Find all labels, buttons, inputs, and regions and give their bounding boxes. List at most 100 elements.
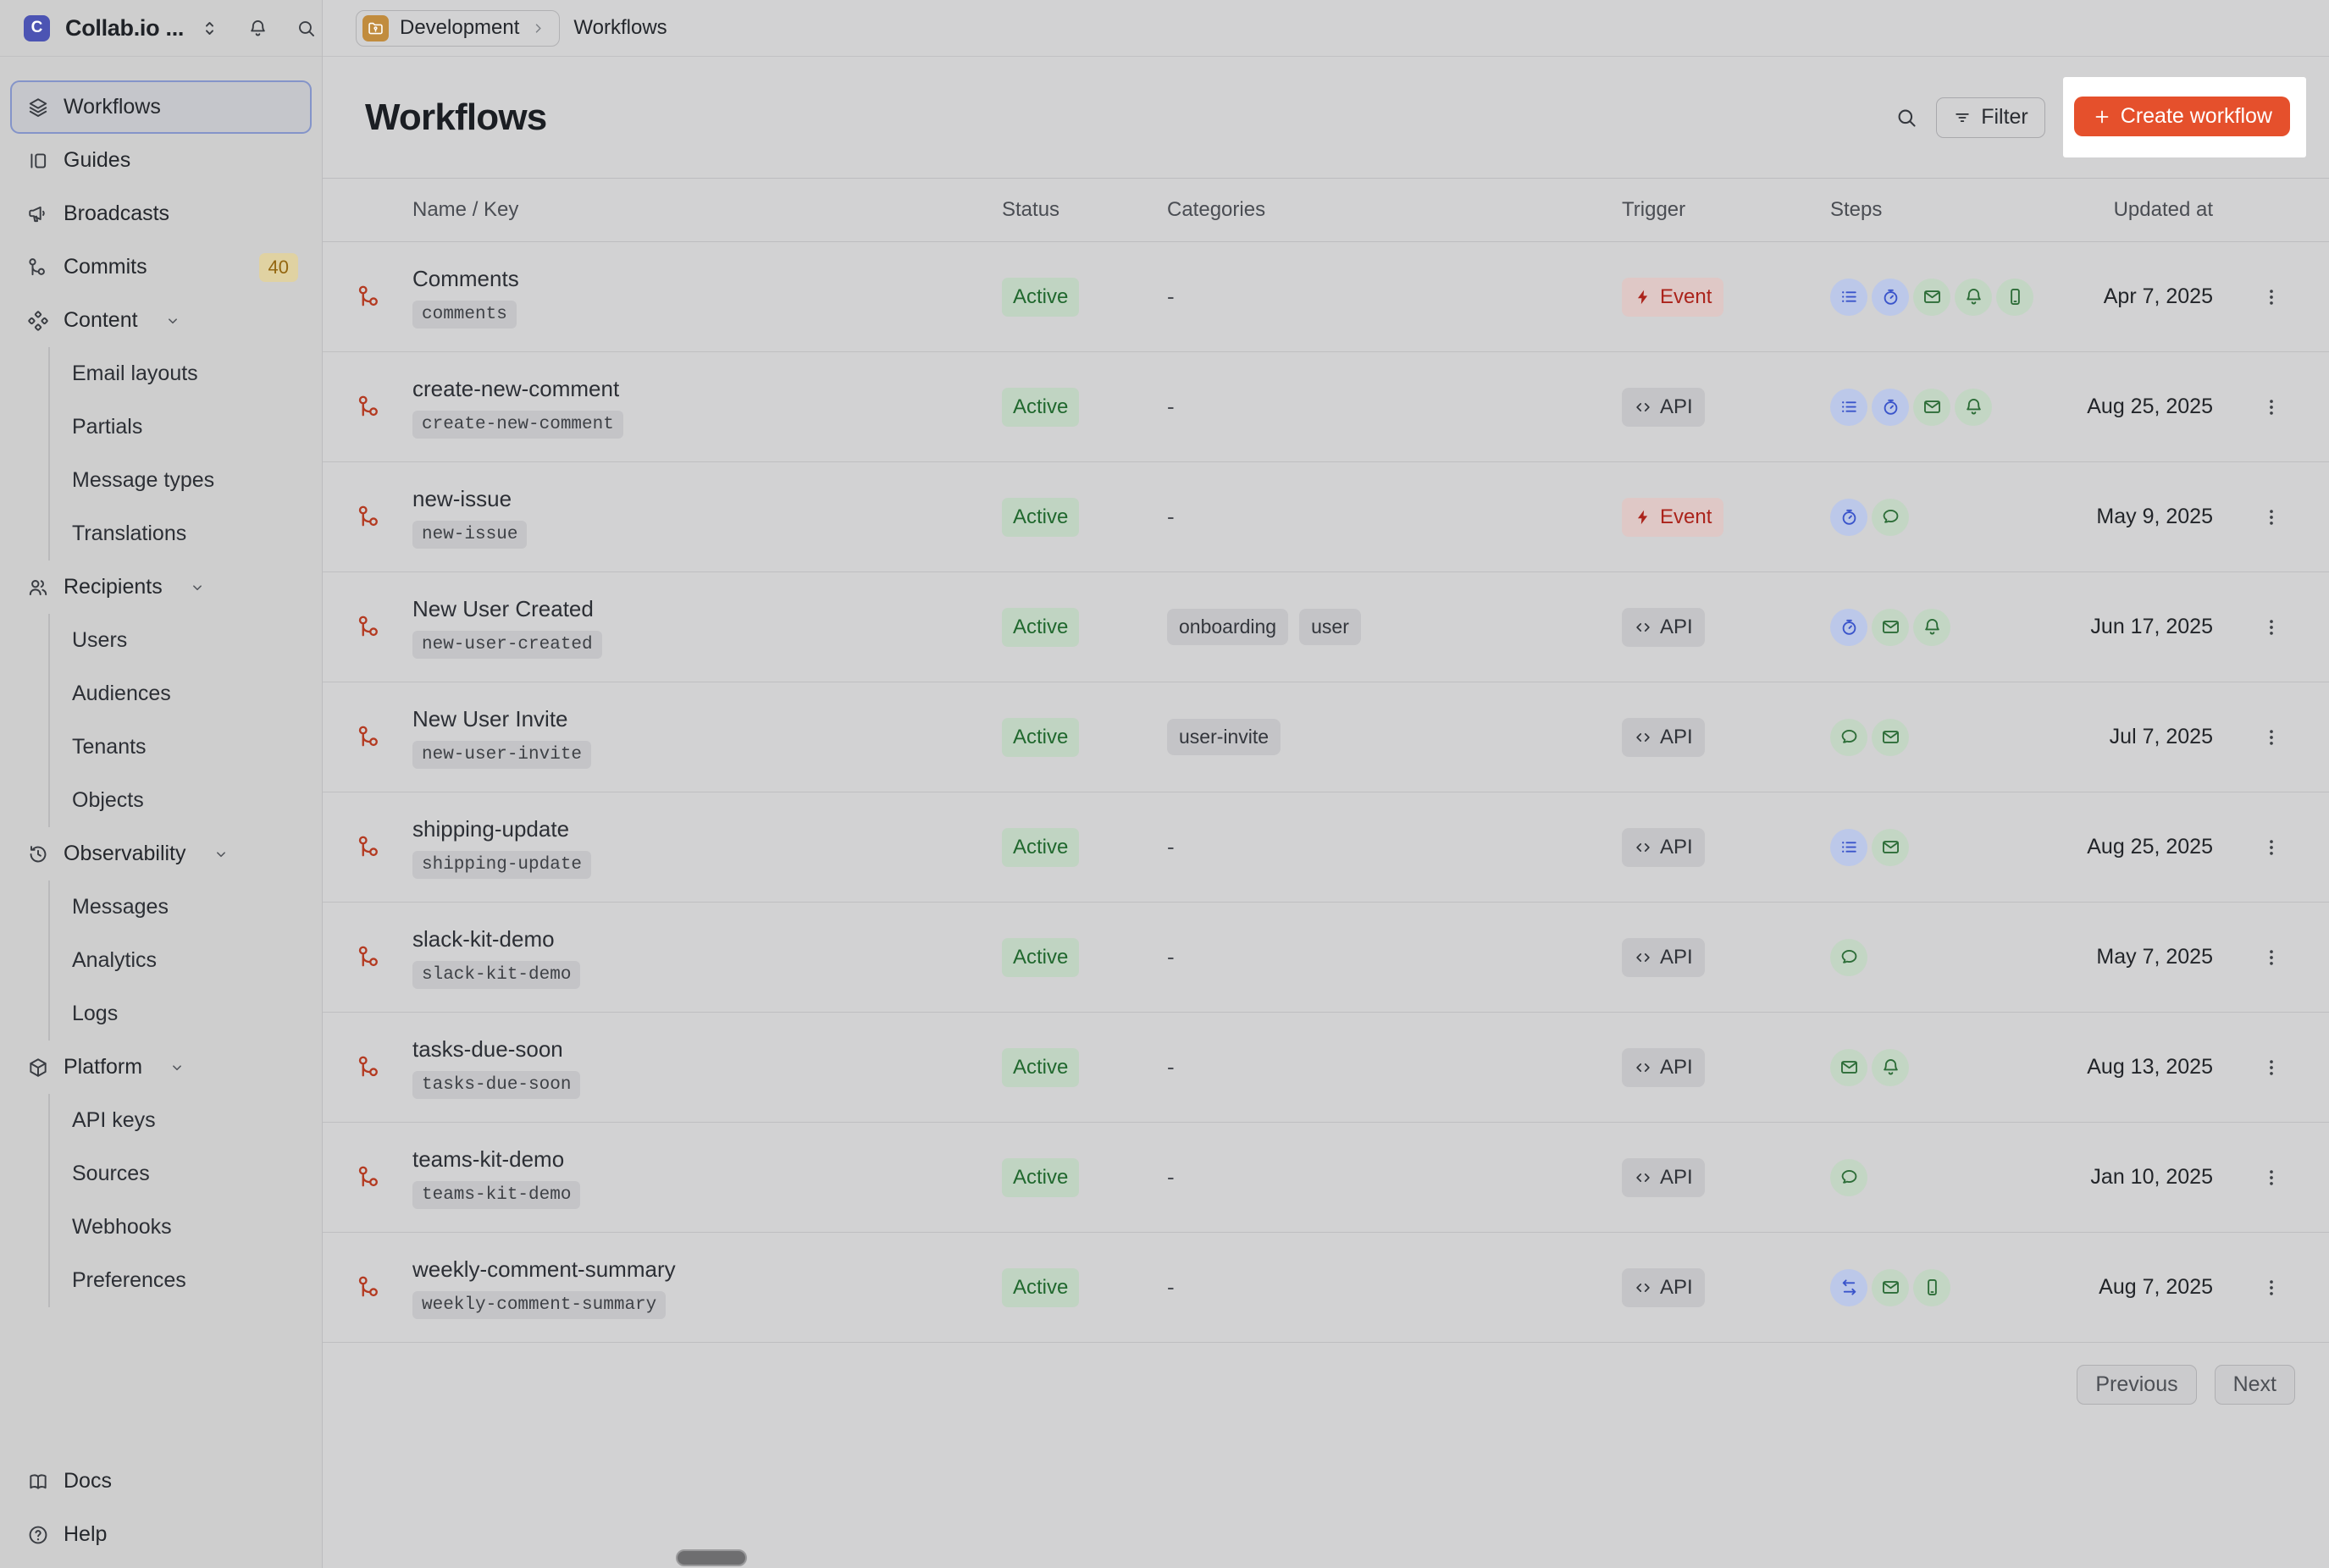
workflow-key-badge: comments xyxy=(412,301,517,329)
categories-cell: - xyxy=(1167,944,1622,970)
horizontal-scrollbar-thumb[interactable] xyxy=(676,1549,747,1566)
trigger-cell: API xyxy=(1622,718,1830,757)
steps-cell xyxy=(1830,1269,2058,1306)
steps-cell xyxy=(1830,1159,2058,1196)
sidebar-item-guides[interactable]: Guides xyxy=(10,134,312,187)
row-actions-menu-button[interactable] xyxy=(2254,831,2288,864)
breadcrumb-environment[interactable]: Development xyxy=(356,10,560,47)
sidebar-item-logs[interactable]: Logs xyxy=(50,987,312,1041)
updated-at: Aug 13, 2025 xyxy=(2058,1055,2213,1079)
sidebar-item-email-layouts[interactable]: Email layouts xyxy=(50,347,312,400)
trigger-badge: API xyxy=(1622,938,1705,977)
workspace-switcher-icon[interactable] xyxy=(199,18,220,39)
sidebar-item-message-types[interactable]: Message types xyxy=(50,454,312,507)
sidebar-item-translations[interactable]: Translations xyxy=(50,507,312,560)
sidebar-item-analytics[interactable]: Analytics xyxy=(50,934,312,987)
sidebar-subitem-label: Sources xyxy=(72,1162,150,1186)
row-actions-menu-button[interactable] xyxy=(2254,1051,2288,1085)
sidebar-item-observability[interactable]: Observability xyxy=(10,827,312,881)
trigger-cell: Event xyxy=(1622,278,1830,317)
help-icon xyxy=(27,1524,49,1546)
sidebar-item-objects[interactable]: Objects xyxy=(50,774,312,827)
sidebar-item-content[interactable]: Content xyxy=(10,294,312,347)
row-actions-menu-button[interactable] xyxy=(2254,390,2288,424)
sidebar-item-preferences[interactable]: Preferences xyxy=(50,1254,312,1307)
workflow-icon xyxy=(357,284,383,310)
sidebar-item-sources[interactable]: Sources xyxy=(50,1147,312,1201)
app-window: C Collab.io ... WorkflowsGuidesBroadcast… xyxy=(0,0,2329,1568)
mail-step-icon xyxy=(1880,616,1901,638)
table-row[interactable]: tasks-due-soontasks-due-soonActive-APIAu… xyxy=(323,1013,2329,1123)
sidebar-item-docs[interactable]: Docs xyxy=(10,1455,312,1508)
column-header-status: Status xyxy=(1002,198,1167,222)
list-step-icon xyxy=(1839,836,1860,858)
sidebar-item-recipients[interactable]: Recipients xyxy=(10,560,312,614)
row-actions-menu-button[interactable] xyxy=(2254,941,2288,974)
sidebar-subitem-label: Webhooks xyxy=(72,1215,172,1239)
main-area: Development Workflows Workflows Filter C… xyxy=(323,0,2329,1568)
sidebar-item-api-keys[interactable]: API keys xyxy=(50,1094,312,1147)
workflow-key-badge: new-user-created xyxy=(412,631,602,659)
row-actions-menu-button[interactable] xyxy=(2254,500,2288,534)
trigger-badge: API xyxy=(1622,1268,1705,1307)
create-workflow-button[interactable]: Create workflow xyxy=(2074,97,2290,136)
sidebar-item-help[interactable]: Help xyxy=(10,1508,312,1561)
step-mail xyxy=(1913,389,1950,426)
table-row[interactable]: CommentscommentsActive-EventApr 7, 2025 xyxy=(323,242,2329,352)
row-actions-menu-button[interactable] xyxy=(2254,721,2288,754)
sidebar-item-broadcasts[interactable]: Broadcasts xyxy=(10,187,312,240)
trigger-label: API xyxy=(1660,1166,1693,1190)
sidebar-search-icon[interactable] xyxy=(296,18,317,39)
workspace-name[interactable]: Collab.io ... xyxy=(65,15,184,41)
workflow-key-badge: slack-kit-demo xyxy=(412,961,580,989)
phone-step-icon xyxy=(1922,1277,1943,1298)
table-row[interactable]: slack-kit-demoslack-kit-demoActive-APIMa… xyxy=(323,903,2329,1013)
chat-step-icon xyxy=(1839,947,1860,968)
trigger-cell: API xyxy=(1622,938,1830,977)
sidebar-subitem-label: Objects xyxy=(72,788,144,813)
filter-button[interactable]: Filter xyxy=(1936,97,2045,138)
sidebar-item-label: Observability xyxy=(64,842,186,866)
sidebar-item-audiences[interactable]: Audiences xyxy=(50,667,312,721)
environment-chip xyxy=(362,15,389,41)
table-row[interactable]: teams-kit-demoteams-kit-demoActive-APIJa… xyxy=(323,1123,2329,1233)
row-actions-menu-button[interactable] xyxy=(2254,610,2288,644)
sidebar-item-commits[interactable]: Commits40 xyxy=(10,240,312,294)
table-row[interactable]: new-issuenew-issueActive-EventMay 9, 202… xyxy=(323,462,2329,572)
sidebar-item-platform[interactable]: Platform xyxy=(10,1041,312,1094)
column-header-trigger: Trigger xyxy=(1622,198,1830,222)
guides-icon xyxy=(27,150,49,172)
step-mail xyxy=(1872,829,1909,866)
row-actions-menu-button[interactable] xyxy=(2254,1271,2288,1305)
sidebar-item-label: Recipients xyxy=(64,575,163,599)
row-actions-menu-button[interactable] xyxy=(2254,1161,2288,1195)
previous-page-button[interactable]: Previous xyxy=(2077,1365,2196,1405)
workflow-name-cell: teams-kit-demoteams-kit-demo xyxy=(412,1146,1002,1209)
sidebar-item-webhooks[interactable]: Webhooks xyxy=(50,1201,312,1254)
updated-at: Aug 25, 2025 xyxy=(2058,395,2213,419)
sidebar-item-tenants[interactable]: Tenants xyxy=(50,721,312,774)
table-row[interactable]: shipping-updateshipping-updateActive-API… xyxy=(323,792,2329,903)
trigger-cell: API xyxy=(1622,1048,1830,1087)
search-icon[interactable] xyxy=(1895,106,1918,130)
sidebar-item-workflows[interactable]: Workflows xyxy=(10,80,312,134)
row-actions-menu-button[interactable] xyxy=(2254,280,2288,314)
table-row[interactable]: New User Invitenew-user-inviteActiveuser… xyxy=(323,682,2329,792)
workflow-name: tasks-due-soon xyxy=(412,1036,563,1063)
next-page-button[interactable]: Next xyxy=(2215,1365,2295,1405)
status-cell: Active xyxy=(1002,828,1167,867)
categories-empty: - xyxy=(1167,1164,1175,1190)
sidebar-item-label: Help xyxy=(64,1522,107,1547)
table-row[interactable]: weekly-comment-summaryweekly-comment-sum… xyxy=(323,1233,2329,1343)
table-row[interactable]: New User Creatednew-user-createdActiveon… xyxy=(323,572,2329,682)
sidebar-item-users[interactable]: Users xyxy=(50,614,312,667)
categories-cell: - xyxy=(1167,1274,1622,1300)
notifications-bell-icon[interactable] xyxy=(247,18,268,39)
sidebar-item-messages[interactable]: Messages xyxy=(50,881,312,934)
step-phone xyxy=(1996,279,2033,316)
book-icon xyxy=(27,1471,49,1493)
table-row[interactable]: create-new-commentcreate-new-commentActi… xyxy=(323,352,2329,462)
steps-cell xyxy=(1830,389,2058,426)
sidebar: C Collab.io ... WorkflowsGuidesBroadcast… xyxy=(0,0,323,1568)
sidebar-item-partials[interactable]: Partials xyxy=(50,400,312,454)
